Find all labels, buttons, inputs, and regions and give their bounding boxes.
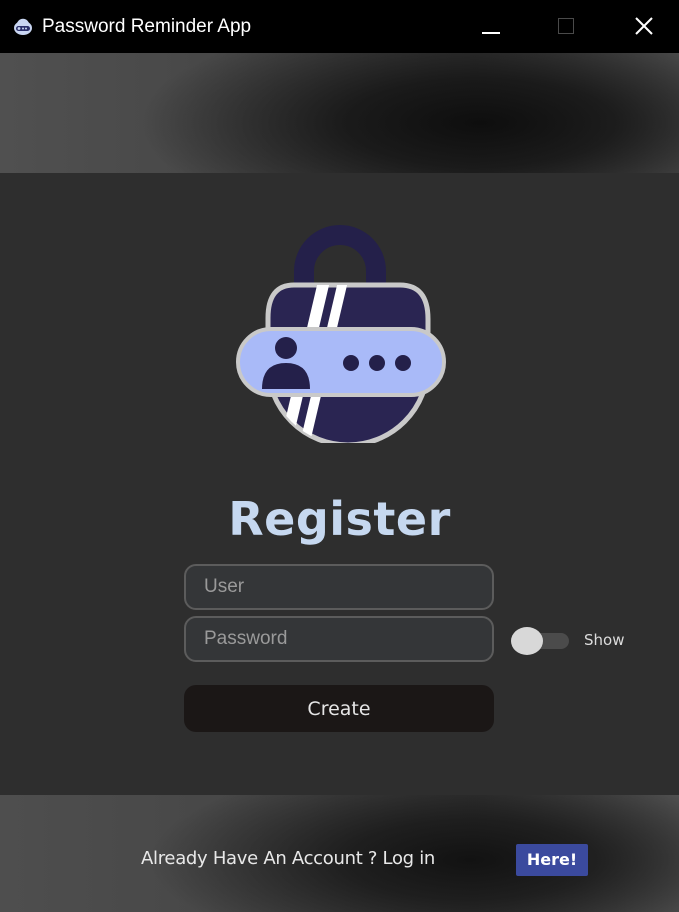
password-input[interactable] xyxy=(186,618,492,660)
close-button[interactable] xyxy=(616,0,672,53)
login-here-button[interactable]: Here! xyxy=(516,844,588,876)
register-panel: Register Show Create xyxy=(0,173,679,795)
show-password-label: Show xyxy=(584,631,625,649)
create-button[interactable]: Create xyxy=(184,685,494,732)
top-banner xyxy=(0,53,679,173)
switch-knob xyxy=(511,627,543,655)
login-prompt: Already Have An Account ? Log in xyxy=(141,848,436,869)
user-input[interactable] xyxy=(186,566,492,608)
app-logo-icon xyxy=(14,18,32,35)
user-field[interactable] xyxy=(184,564,494,610)
show-password-switch[interactable] xyxy=(511,627,569,655)
padlock-user-icon xyxy=(236,225,446,443)
maximize-button[interactable] xyxy=(538,0,594,53)
bottom-banner: Already Have An Account ? Log in Here! xyxy=(0,795,679,912)
close-icon xyxy=(635,17,653,35)
window-title: Password Reminder App xyxy=(42,16,252,37)
maximize-icon xyxy=(558,18,574,34)
password-field[interactable] xyxy=(184,616,494,662)
minimize-button[interactable] xyxy=(462,0,518,53)
title-bar[interactable]: Password Reminder App xyxy=(0,0,679,53)
minimize-icon xyxy=(482,32,500,34)
register-heading: Register xyxy=(228,492,451,546)
app-window: Password Reminder App Register User Show… xyxy=(0,0,679,912)
